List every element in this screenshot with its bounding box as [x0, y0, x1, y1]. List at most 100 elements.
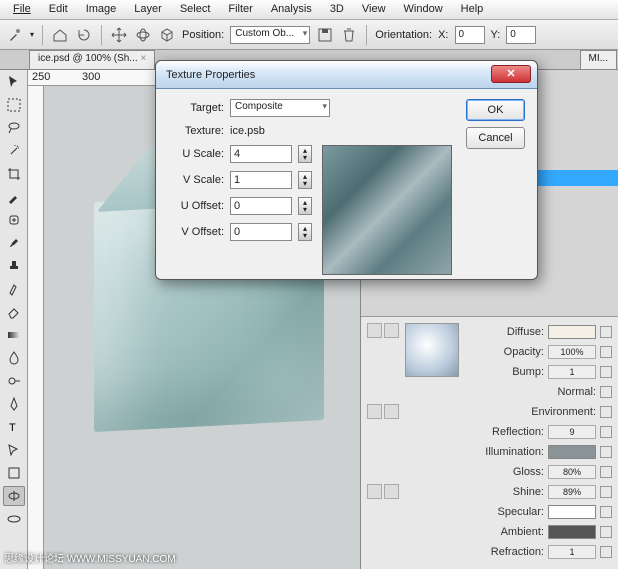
refraction-value[interactable]: 1 — [548, 545, 596, 559]
menu-window[interactable]: Window — [395, 0, 452, 19]
path-tool-icon[interactable] — [3, 440, 25, 460]
tab-ice-psd[interactable]: ice.psd @ 100% (Sh... — [29, 50, 155, 69]
pen-tool-icon[interactable] — [3, 394, 25, 414]
v-scale-input[interactable] — [230, 171, 292, 189]
type-tool-icon[interactable]: T — [3, 417, 25, 437]
material-thumbnail[interactable] — [405, 323, 459, 377]
diffuse-menu-icon[interactable] — [600, 326, 612, 338]
specular-label: Specular: — [498, 506, 544, 518]
healing-tool-icon[interactable] — [3, 210, 25, 230]
gradient-tool-icon[interactable] — [3, 325, 25, 345]
illumination-menu-icon[interactable] — [600, 446, 612, 458]
dodge-tool-icon[interactable] — [3, 371, 25, 391]
eyedropper-icon[interactable] — [6, 26, 24, 44]
layer-icon[interactable] — [384, 484, 399, 499]
v-offset-spinner[interactable]: ▴▾ — [298, 223, 312, 241]
bump-value[interactable]: 1 — [548, 365, 596, 379]
illumination-swatch[interactable] — [548, 445, 596, 459]
menu-layer[interactable]: Layer — [125, 0, 171, 19]
orientation-y-input[interactable] — [506, 26, 536, 44]
opacity-value[interactable]: 100% — [548, 345, 596, 359]
crop-tool-icon[interactable] — [3, 164, 25, 184]
x-label: X: — [438, 29, 448, 41]
menu-image[interactable]: Image — [77, 0, 126, 19]
cancel-button[interactable]: Cancel — [466, 127, 525, 149]
eyedropper-tool-icon[interactable] — [3, 187, 25, 207]
gloss-menu-icon[interactable] — [600, 466, 612, 478]
u-offset-label: U Offset: — [168, 200, 224, 212]
stamp-tool-icon[interactable] — [3, 256, 25, 276]
cube-icon[interactable] — [158, 26, 176, 44]
options-bar: ▾ Position: Custom Ob... Orientation: X:… — [0, 20, 618, 50]
orientation-x-input[interactable] — [455, 26, 485, 44]
menu-filter[interactable]: Filter — [219, 0, 261, 19]
u-offset-input[interactable] — [230, 197, 292, 215]
marquee-tool-icon[interactable] — [3, 95, 25, 115]
shine-value[interactable]: 89% — [548, 485, 596, 499]
eraser-tool-icon[interactable] — [3, 302, 25, 322]
rotate3d-icon[interactable] — [134, 26, 152, 44]
move-tool-icon[interactable] — [3, 72, 25, 92]
blur-tool-icon[interactable] — [3, 348, 25, 368]
u-scale-spinner[interactable]: ▴▾ — [298, 145, 312, 163]
ambient-menu-icon[interactable] — [600, 526, 612, 538]
wand-tool-icon[interactable] — [3, 141, 25, 161]
u-offset-spinner[interactable]: ▴▾ — [298, 197, 312, 215]
svg-text:T: T — [9, 422, 16, 434]
target-dropdown[interactable]: Composite — [230, 99, 330, 117]
scene-icon[interactable] — [367, 484, 382, 499]
menu-select[interactable]: Select — [171, 0, 220, 19]
menu-file[interactable]: File — [4, 0, 40, 19]
position-dropdown[interactable]: Custom Ob... — [230, 26, 310, 44]
specular-swatch[interactable] — [548, 505, 596, 519]
position-label: Position: — [182, 29, 224, 41]
3d-rotate-tool-icon[interactable] — [3, 486, 25, 506]
rotate-icon[interactable] — [75, 26, 93, 44]
menu-help[interactable]: Help — [452, 0, 493, 19]
light-icon[interactable] — [384, 323, 399, 338]
diffuse-label: Diffuse: — [507, 326, 544, 338]
diffuse-swatch[interactable] — [548, 325, 596, 339]
opacity-menu-icon[interactable] — [600, 346, 612, 358]
menu-edit[interactable]: Edit — [40, 0, 77, 19]
close-button[interactable]: ✕ — [491, 65, 531, 83]
gloss-value[interactable]: 80% — [548, 465, 596, 479]
shine-menu-icon[interactable] — [600, 486, 612, 498]
v-scale-spinner[interactable]: ▴▾ — [298, 171, 312, 189]
normal-menu-icon[interactable] — [600, 386, 612, 398]
texture-label: Texture: — [168, 125, 224, 137]
ok-button[interactable]: OK — [466, 99, 525, 121]
dialog-title: Texture Properties — [166, 69, 255, 81]
dialog-titlebar[interactable]: Texture Properties ✕ — [156, 61, 537, 89]
mesh-icon[interactable] — [384, 404, 399, 419]
v-offset-input[interactable] — [230, 223, 292, 241]
tab-mi[interactable]: MI... — [580, 50, 617, 69]
gloss-label: Gloss: — [513, 466, 544, 478]
brush-tool-icon[interactable] — [3, 233, 25, 253]
specular-menu-icon[interactable] — [600, 506, 612, 518]
history-brush-icon[interactable] — [3, 279, 25, 299]
reflection-menu-icon[interactable] — [600, 426, 612, 438]
orientation-label: Orientation: — [375, 29, 432, 41]
home-icon[interactable] — [51, 26, 69, 44]
save-icon[interactable] — [316, 26, 334, 44]
material-icon[interactable] — [367, 404, 382, 419]
reflection-value[interactable]: 9 — [548, 425, 596, 439]
toolbox: T — [0, 70, 28, 569]
bump-menu-icon[interactable] — [600, 366, 612, 378]
menu-analysis[interactable]: Analysis — [262, 0, 321, 19]
environment-menu-icon[interactable] — [600, 406, 612, 418]
trash-icon[interactable] — [340, 26, 358, 44]
refraction-menu-icon[interactable] — [600, 546, 612, 558]
3d-camera-tool-icon[interactable] — [3, 509, 25, 529]
sphere-preview-icon[interactable] — [367, 323, 382, 338]
menu-3d[interactable]: 3D — [321, 0, 353, 19]
move-icon[interactable] — [110, 26, 128, 44]
menu-view[interactable]: View — [353, 0, 395, 19]
lasso-tool-icon[interactable] — [3, 118, 25, 138]
opacity-label: Opacity: — [504, 346, 544, 358]
texture-properties-dialog: Texture Properties ✕ Target: Composite T… — [155, 60, 538, 280]
u-scale-input[interactable] — [230, 145, 292, 163]
shape-tool-icon[interactable] — [3, 463, 25, 483]
ambient-swatch[interactable] — [548, 525, 596, 539]
